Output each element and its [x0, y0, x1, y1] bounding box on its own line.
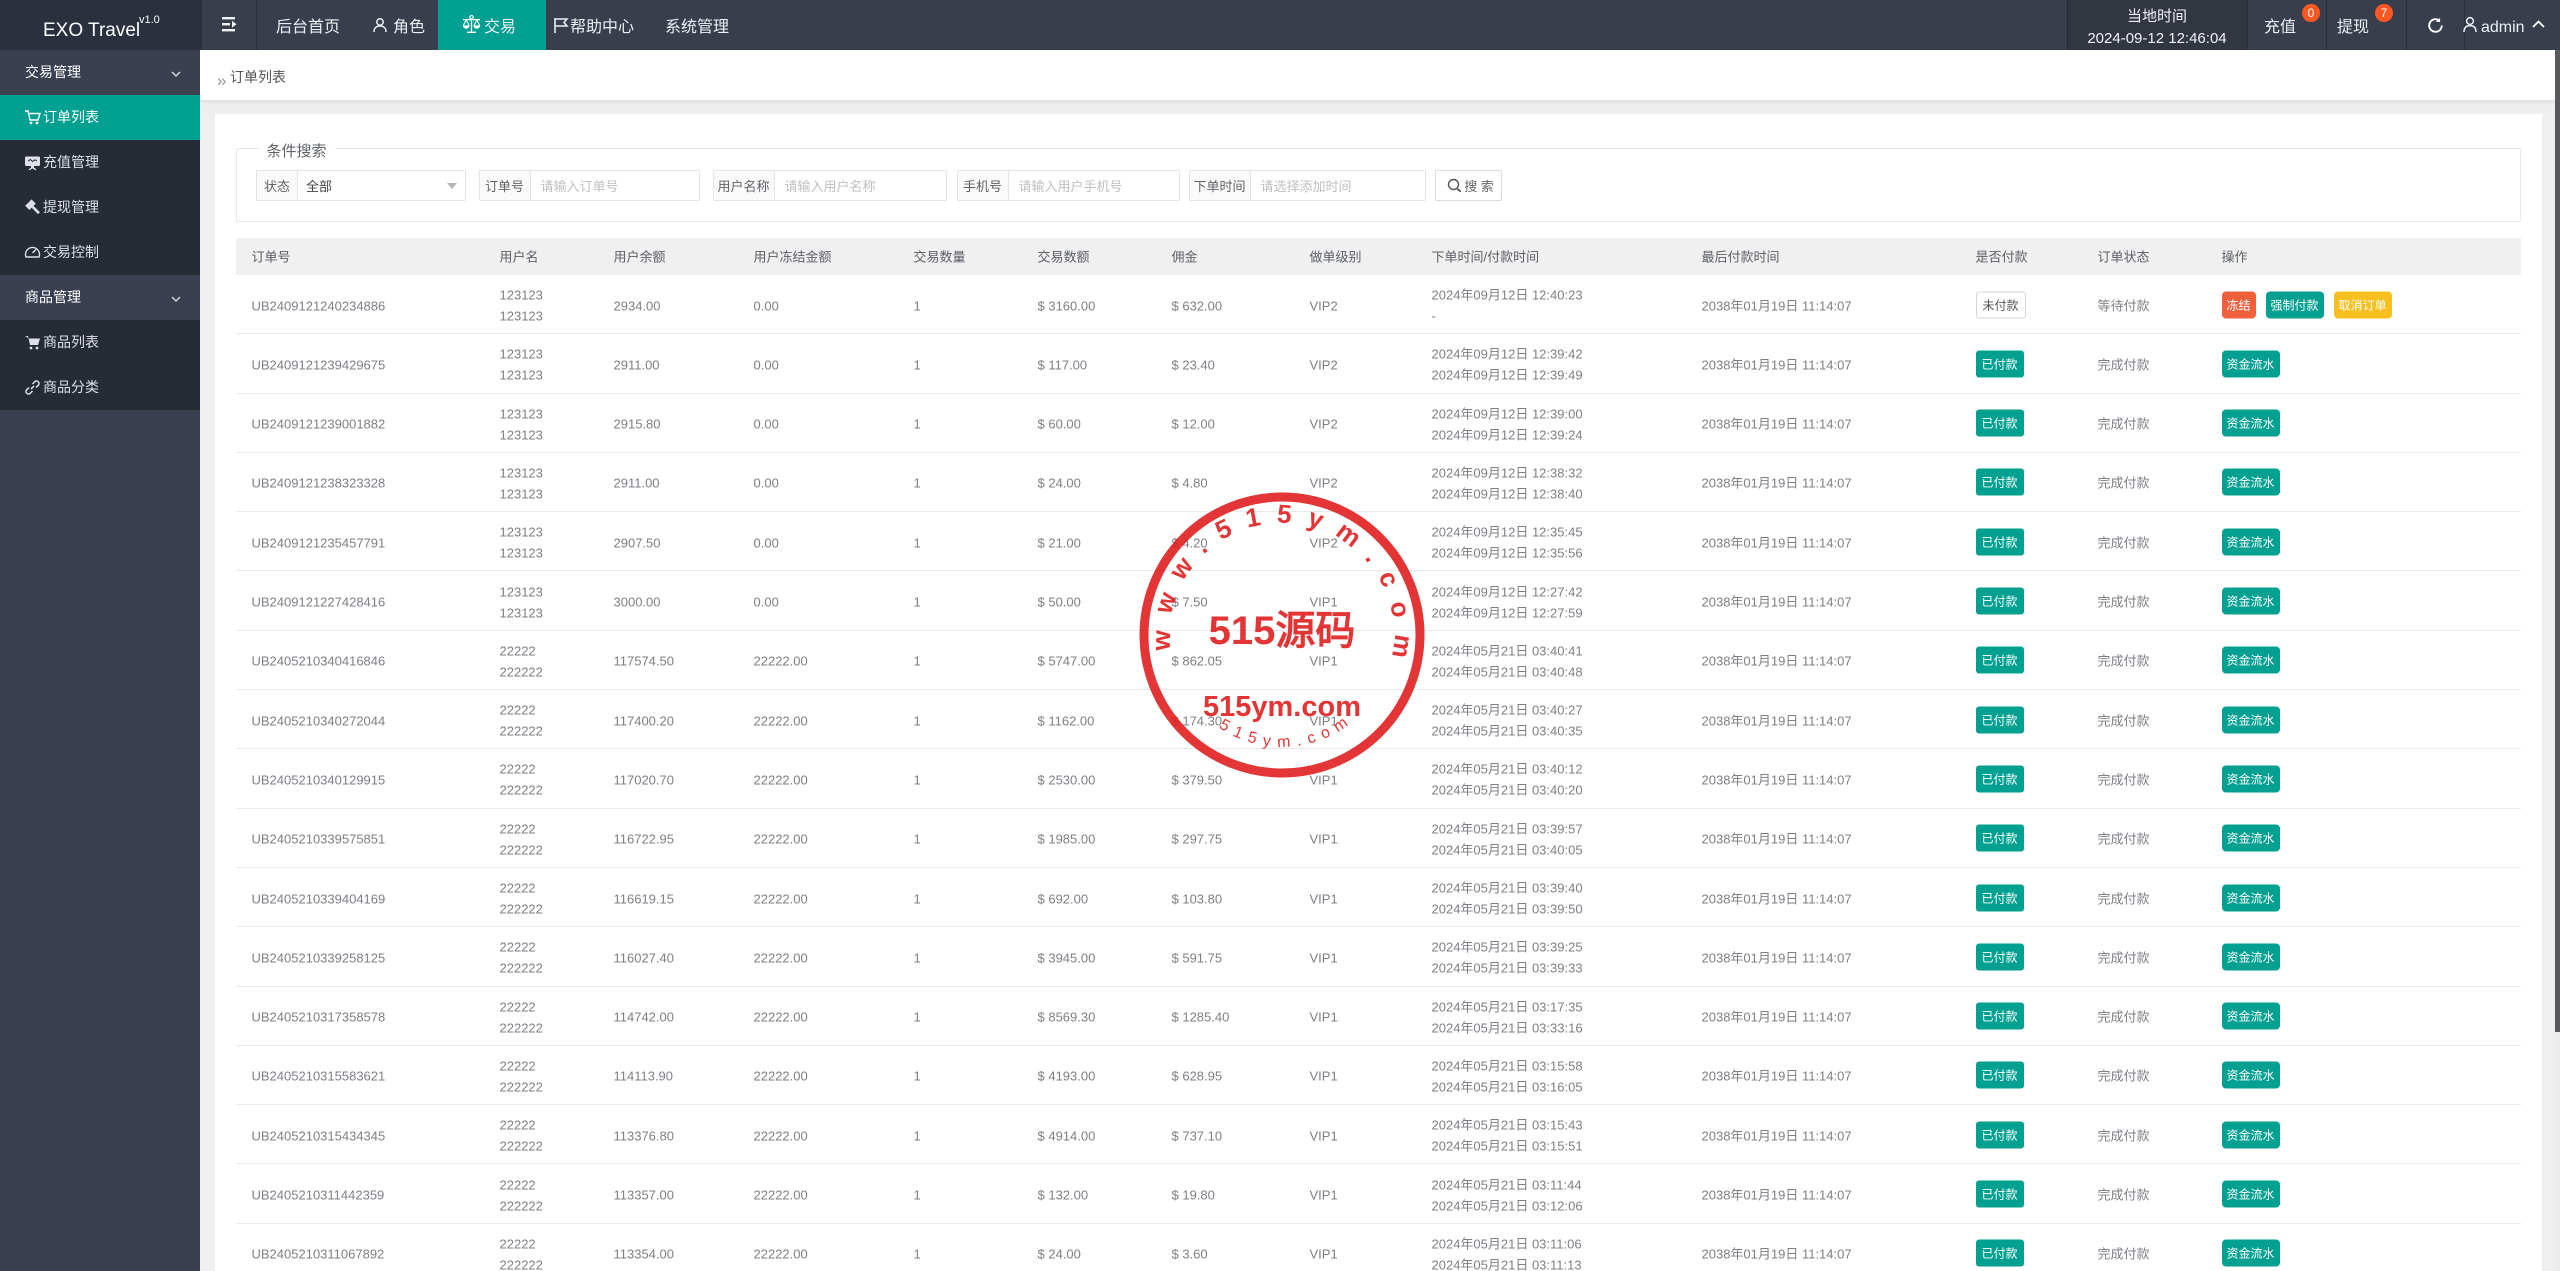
- svg-text:515源码: 515源码: [1209, 598, 1356, 656]
